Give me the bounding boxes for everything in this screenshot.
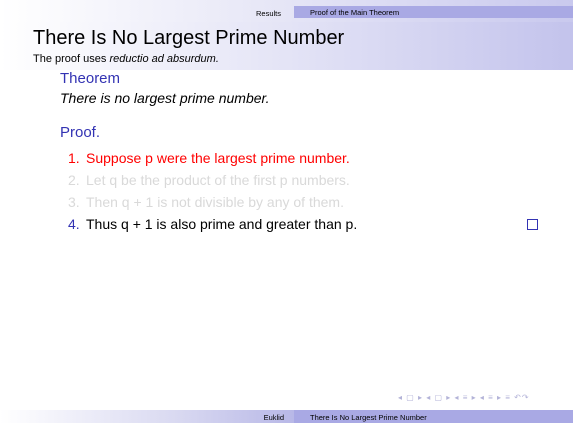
proof-step-text: Let q be the product of the first p numb… — [86, 172, 350, 188]
theorem-heading: Theorem — [60, 70, 121, 87]
footer-author-box: Euklid — [0, 410, 294, 423]
footer-short-title: There Is No Largest Prime Number — [310, 413, 427, 422]
frame-title: There Is No Largest Prime Number — [33, 27, 345, 49]
footer-title-box: There Is No Largest Prime Number — [294, 410, 573, 423]
frame-title-bar: There Is No Largest Prime Number The pro… — [0, 22, 573, 70]
proof-step-number: 3. — [68, 194, 80, 210]
proof-step-2: 2. Let q be the product of the first p nu… — [68, 172, 538, 194]
proof-step-text: Then q + 1 is not divisible by any of th… — [86, 194, 344, 210]
proof-step-3: 3. Then q + 1 is not divisible by any of … — [68, 194, 538, 216]
frame-subtitle-text: The proof uses — [33, 53, 110, 65]
proof-step-number: 2. — [68, 172, 80, 188]
footer-bar: Euklid There Is No Largest Prime Number — [0, 410, 573, 423]
proof-step-text: Thus q + 1 is also prime and greater tha… — [86, 216, 358, 232]
qed-square-icon — [527, 219, 538, 230]
frame-subtitle: The proof uses reductio ad absurdum. — [33, 53, 219, 65]
proof-step-4: 4. Thus q + 1 is also prime and greater t… — [68, 216, 538, 238]
theorem-statement: There is no largest prime number. — [60, 90, 270, 106]
proof-step-1: 1. Suppose p were the largest prime numbe… — [68, 150, 538, 172]
nav-subsection-current[interactable]: Proof of the Main Theorem — [294, 6, 573, 18]
footer-author: Euklid — [263, 413, 284, 422]
proof-step-text: Suppose p were the largest prime number. — [86, 150, 350, 166]
proof-step-number: 4. — [68, 216, 80, 232]
beamer-navigation-symbols[interactable]: ◂ ▢ ▸ ◂ ▢ ▸ ◂ ≡ ▸ ◂ ≡ ▸ ≡ ↶↷ — [398, 393, 530, 402]
proof-heading: Proof. — [60, 124, 101, 141]
header-navigation-bar: Results Proof of the Main Theorem — [0, 0, 573, 22]
proof-steps-list: 1. Suppose p were the largest prime numbe… — [68, 150, 538, 238]
nav-section-results[interactable]: Results — [256, 9, 281, 18]
proof-step-number: 1. — [68, 150, 80, 166]
frame-subtitle-emphasis: reductio ad absurdum. — [109, 53, 219, 65]
